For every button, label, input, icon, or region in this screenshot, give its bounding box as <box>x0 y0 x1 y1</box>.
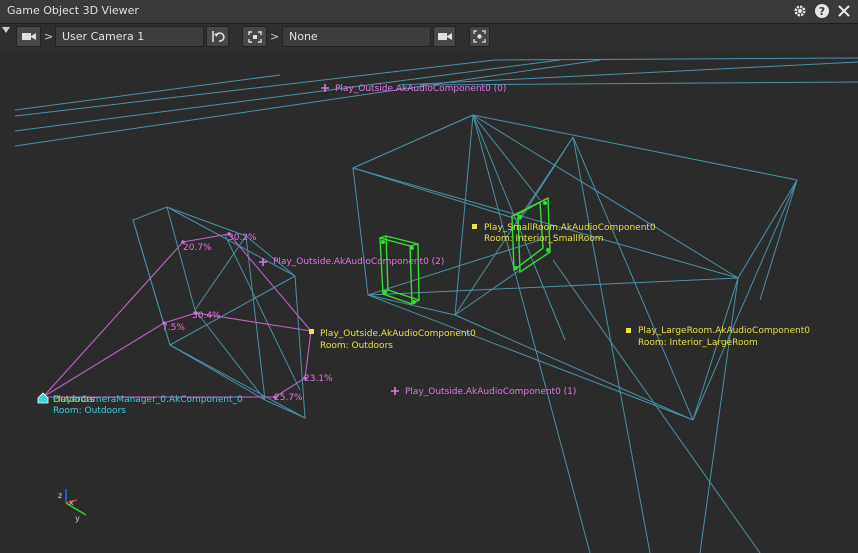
camera-icon <box>21 33 36 40</box>
emitter-label-outside-main: Play_Outside.AkAudioComponent0 <box>320 329 476 339</box>
listener-room-label: Room: Outdoors <box>53 406 126 416</box>
axis-z-label: z <box>58 491 63 500</box>
focus-target-icon <box>473 30 486 43</box>
target-chevron: > <box>270 30 280 43</box>
frame-select-button[interactable] <box>242 26 267 47</box>
target-selector[interactable]: None <box>282 26 431 47</box>
emitter-label-outside2: Play_Outside.AkAudioComponent0 (2) <box>273 257 445 267</box>
camera-selector[interactable]: User Camera 1 <box>55 26 204 47</box>
path-percent-5: 23.1% <box>304 374 333 384</box>
viewer-toolbar: > User Camera 1 > None <box>0 24 858 51</box>
video-camera-icon <box>437 33 452 40</box>
title-bar-icons: ? <box>792 3 852 19</box>
collapse-arrow-icon[interactable] <box>2 27 10 33</box>
svg-text:?: ? <box>819 5 825 18</box>
axis-x-label: x <box>69 498 74 507</box>
window-title: Game Object 3D Viewer <box>7 4 139 17</box>
portal-nodes <box>381 201 550 304</box>
help-icon[interactable]: ? <box>814 3 830 19</box>
path-percent-1: 20.7% <box>183 243 212 253</box>
room-label-smallroom: Room: Interior_SmallRoom <box>484 234 604 244</box>
settings-gear-icon[interactable] <box>792 3 808 19</box>
video-camera-button[interactable] <box>433 26 456 47</box>
scene-wireframe <box>15 57 858 553</box>
close-icon[interactable] <box>836 3 852 19</box>
room-label-largeroom: Room: Interior_LargeRoom <box>638 338 758 348</box>
room-wireframes <box>15 57 858 553</box>
path-percent-6: 25.7% <box>274 393 303 403</box>
title-bar: Game Object 3D Viewer ? <box>0 0 858 24</box>
emitter-label-outside1: Play_Outside.AkAudioComponent0 (1) <box>405 387 577 397</box>
room-label-outside-main: Room: Outdoors <box>320 341 393 351</box>
camera-chevron: > <box>44 30 54 43</box>
emitter-label-largeroom: Play_LargeRoom.AkAudioComponent0 <box>638 326 811 336</box>
frame-select-icon <box>247 30 262 43</box>
3d-viewport[interactable]: Play_Outside.AkAudioComponent0 (0) Play_… <box>15 51 858 553</box>
emitter-label-outside0: Play_Outside.AkAudioComponent0 (0) <box>335 84 507 94</box>
focus-target-button[interactable] <box>469 26 490 47</box>
listener-label: PlayerCameraManager_0.AkComponent_0 <box>53 395 243 405</box>
path-percent-4: 7.5% <box>162 323 185 333</box>
sound-paths <box>42 233 312 398</box>
path-percent-2: 30.2% <box>228 233 257 243</box>
reset-view-icon <box>211 31 225 42</box>
reset-view-button[interactable] <box>206 26 229 47</box>
emitter-label-smallroom: Play_SmallRoom.AkAudioComponent0 <box>484 223 656 233</box>
camera-button[interactable] <box>16 26 41 47</box>
path-percent-3: 30.4% <box>192 311 221 321</box>
axis-y-label: y <box>75 514 80 523</box>
